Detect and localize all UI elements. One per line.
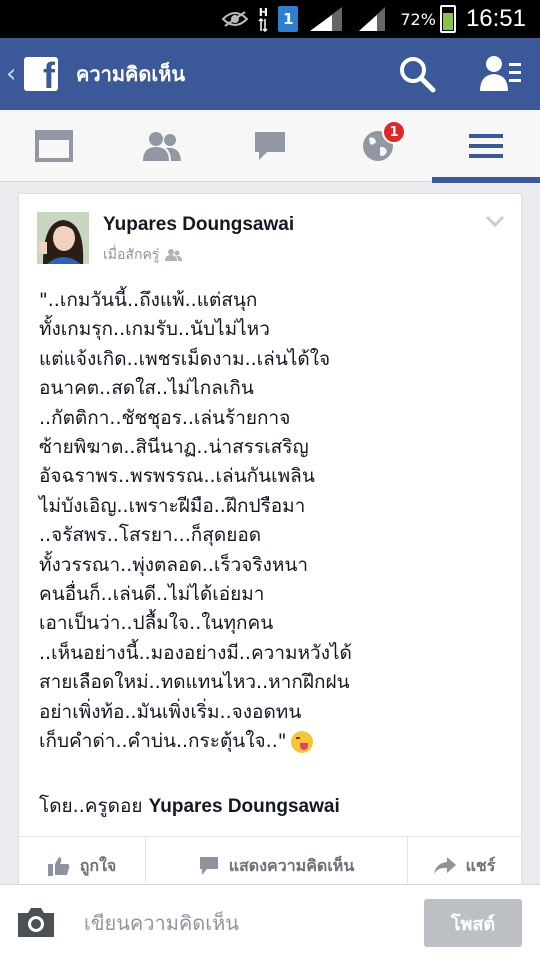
post-line: เก็บคำด่า..คำบ่น..กระตุ้นใจ.."	[39, 730, 287, 753]
signal-icon-2	[354, 5, 390, 33]
eye-icon	[222, 10, 249, 28]
post-line: สายเลือดใหม่..ทดแทนไหว..หากฝึกฝน	[39, 671, 350, 694]
post-line: ทั้งวรรณา..พุ่งตลอด..เร็วจริงหนา	[39, 553, 309, 576]
data-arrows-icon: H	[258, 7, 268, 32]
news-feed-icon	[35, 130, 73, 162]
post-line-last: เก็บคำด่า..คำบ่น..กระตุ้นใจ.."	[39, 727, 509, 756]
post-card: Yupares Doungsawai เมื่อสักครู่ "..เกมวั…	[18, 193, 522, 895]
audience-friends-icon[interactable]	[165, 249, 183, 261]
friends-list-icon[interactable]	[478, 53, 522, 93]
post-line: ทั้งเกมรุก..เกมรับ..นับไม่ไหว	[39, 318, 270, 341]
post-line: อนาคต..สดใส..ไม่ไกลเกิน	[39, 377, 254, 400]
post-line: เอาเป็นว่า..ปลื้มใจ..ในทุกคน	[39, 612, 274, 635]
post-timestamp[interactable]: เมื่อสักครู่	[103, 244, 159, 266]
comment-bubble-icon	[199, 857, 218, 875]
app-header: ‹ f ความคิดเห็น	[0, 38, 540, 110]
tab-messages[interactable]	[216, 110, 324, 182]
tab-news-feed[interactable]	[0, 110, 108, 182]
battery-icon	[439, 5, 456, 33]
search-icon[interactable]	[398, 55, 436, 93]
page-title: ความคิดเห็น	[76, 62, 186, 86]
post-line: ไม่บังเอิญ..เพราะฝีมือ..ฝึกปรือมา	[39, 494, 306, 517]
post-line: ซ้ายพิฆาต..สินีนาฏ..น่าสรรเสริญ	[39, 436, 309, 459]
battery-indicator: 72%	[400, 5, 456, 33]
post-line: ..จรัสพร..โสรยา...ก็สุดยอด	[39, 524, 262, 547]
tab-friend-requests[interactable]	[108, 110, 216, 182]
byline-prefix: โดย..ครูดอย	[39, 795, 143, 817]
tongue-emoji-icon	[290, 730, 313, 753]
clock: 16:51	[465, 5, 526, 32]
post-line: "..เกมวันนี้..ถึงแพ้..แต่สนุก	[39, 289, 258, 311]
post-byline: โดย..ครูดอย Yupares Doungsawai	[39, 791, 340, 821]
share-label: แชร์	[465, 855, 496, 875]
avatar[interactable]	[37, 212, 89, 264]
byline-name: Yupares Doungsawai	[148, 796, 340, 817]
tab-more[interactable]	[432, 110, 540, 183]
network-type: H	[258, 5, 268, 19]
friends-icon	[143, 132, 181, 161]
post-text: "..เกมวันนี้..ถึงแพ้..แต่สนุก ทั้งเกมรุก…	[39, 286, 509, 757]
post-author[interactable]: Yupares Doungsawai	[103, 214, 294, 236]
back-chevron-icon[interactable]: ‹	[6, 59, 22, 89]
comment-input[interactable]	[84, 903, 404, 943]
post-line: แต่แจ้งเกิด..เพชรเม็ดงาม..เล่นได้ใจ	[39, 347, 331, 370]
battery-percent: 72%	[400, 9, 436, 29]
signal-icon	[308, 5, 344, 33]
share-arrow-icon	[433, 857, 456, 874]
post-line: คนอื่นก็..เล่นดี..ไม่ได้เอ่ยมา	[39, 583, 265, 606]
menu-icon	[469, 134, 503, 158]
chat-bubble-icon	[255, 132, 285, 160]
post-comment-button[interactable]: โพสต์	[424, 899, 522, 947]
thumbs-up-icon	[47, 857, 70, 876]
like-label: ถูกใจ	[79, 855, 117, 875]
post-line: ..กัตติกา..ชัชชุอร..เล่นร้ายกาจ	[39, 406, 291, 429]
post-meta: เมื่อสักครู่	[103, 244, 183, 266]
chevron-down-icon[interactable]	[485, 214, 505, 228]
tab-bar: 1	[0, 110, 540, 183]
post-line: อย่าเพิ่งท้อ..มันเพิ่งเริ่ม..จงอดทน	[39, 700, 302, 723]
camera-icon[interactable]	[16, 905, 56, 939]
post-line: ..เห็นอย่างนี้..มองอย่างมี..ความหวังได้	[39, 641, 352, 664]
status-bar: H 1 72% 16:51	[0, 0, 540, 38]
post-line: อัจฉราพร..พรพรรณ..เล่นกันเพลิน	[39, 465, 315, 488]
logo-letter: f	[43, 57, 55, 91]
notification-badge: 1	[382, 120, 406, 144]
tab-notifications[interactable]: 1	[324, 110, 432, 182]
sim-icon: 1	[278, 6, 299, 32]
comment-composer: โพสต์	[0, 884, 540, 960]
comment-label: แสดงความคิดเห็น	[228, 855, 355, 875]
facebook-logo[interactable]: f	[24, 57, 58, 91]
